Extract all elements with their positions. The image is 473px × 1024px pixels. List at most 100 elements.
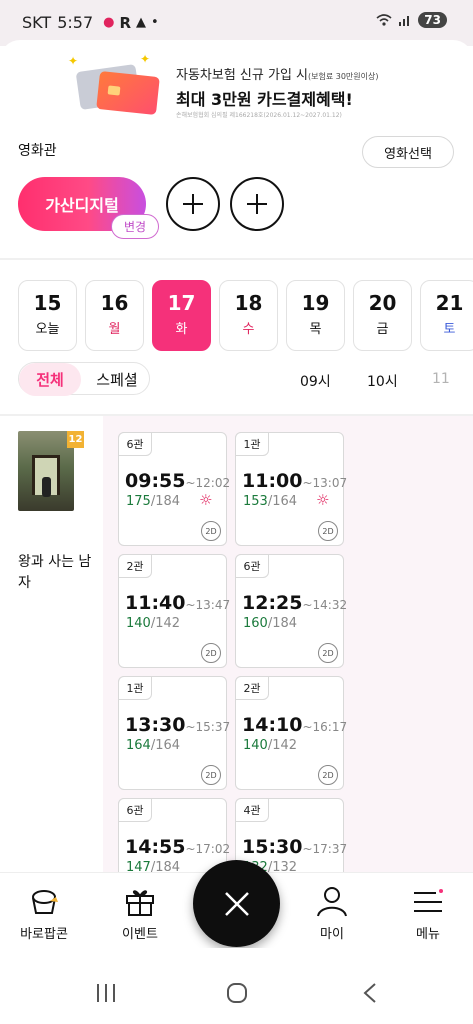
format-badge: 2D [318,643,338,663]
gift-icon [126,890,154,916]
seat-count: 147/184 [126,860,181,872]
showtime-card[interactable]: 2관 14:10~16:17 140/142 2D [235,676,348,790]
plus-icon [247,194,267,214]
tab-label: 이벤트 [122,927,158,942]
carrier-text: SKT [22,13,52,32]
showtime-time: 11:00~13:07 [242,470,348,492]
add-theater-button[interactable] [166,177,220,231]
tab-popcorn[interactable]: 바로팝콘 [4,873,84,949]
dot-notification-icon: ● [103,15,115,30]
hour-jump-09[interactable]: 09시 [300,371,331,391]
showtime-card[interactable]: 6관 14:55~17:02 147/184 2D [118,798,230,872]
recent-apps-icon[interactable] [94,982,118,1004]
age-rating-badge: 12 [67,431,84,448]
shoe-icon: ▲ [136,15,147,30]
clock-text: 5:57 [57,13,94,32]
system-nav-bar [0,948,473,1024]
promo-banner[interactable]: ✦ ✦ 자동차보험 신규 가입 시(보험료 30만원이상) 최대 3만원 카드결… [68,52,410,124]
seat-count: 140/142 [243,738,298,753]
showtime-grid: 6관 09:55~12:02 175/184 ☼ 2D 1관 11:00~13:… [103,416,473,872]
movie-poster[interactable] [18,431,74,511]
seat-count: 140/142 [126,616,181,631]
banner-line-1: 자동차보험 신규 가입 시(보험료 30만원이상) [176,68,379,83]
popcorn-icon [32,890,58,914]
add-theater-button[interactable] [230,177,284,231]
showtime-card[interactable]: 1관 11:00~13:07 153/164 ☼ 2D [235,432,348,546]
close-icon [224,891,249,916]
date-item[interactable]: 19 목 [286,280,345,351]
showtime-card[interactable]: 6관 12:25~14:32 160/184 2D [235,554,348,668]
date-item-selected[interactable]: 17 화 [152,280,211,351]
hall-label: 6관 [235,554,269,578]
status-right: 73 [376,12,447,28]
hall-label: 1관 [235,432,269,456]
menu-icon [414,889,443,912]
format-badge: 2D [318,765,338,785]
close-fab-button[interactable] [193,860,280,947]
sparkle-icon: ✦ [140,52,151,66]
hall-label: 1관 [118,676,152,700]
section-divider [0,258,473,260]
tab-menu[interactable]: 메뉴 [388,873,468,949]
plus-icon [183,194,203,214]
seat-count: 175/184 [126,494,181,509]
filter-all-button[interactable]: 전체 [19,363,81,396]
showtime-card[interactable]: 2관 11:40~13:47 140/142 2D [118,554,230,668]
seat-count: 153/164 [243,494,298,509]
date-item[interactable]: 21 토 [420,280,473,351]
tab-label: 마이 [320,927,344,942]
movie-info: 12 왕과 사는 남자 [0,416,103,872]
credit-card-illustration: ✦ ✦ [68,52,166,116]
tab-label: 바로팝콘 [20,927,68,942]
home-icon[interactable] [226,982,248,1004]
date-item[interactable]: 20 금 [353,280,412,351]
format-badge: 2D [201,765,221,785]
showtime-card[interactable]: 1관 13:30~15:37 164/164 2D [118,676,231,790]
battery-indicator: 73 [418,12,447,28]
back-icon[interactable] [362,982,378,1004]
date-item[interactable]: 18 수 [219,280,278,351]
sun-icon: ☼ [316,491,330,509]
format-badge: 2D [201,643,221,663]
hall-label: 2관 [118,554,152,578]
person-icon [317,887,347,917]
showtime-time: 14:10~16:17 [242,714,348,736]
change-theater-button[interactable]: 변경 [111,214,159,239]
tab-label: 메뉴 [416,927,440,942]
hour-jump-10[interactable]: 10시 [367,371,398,391]
date-strip[interactable]: 15 오늘 16 월 17 화 18 수 19 목 20 금 21 토 [18,280,473,352]
showtime-time: 15:30~17:37 [242,836,348,858]
format-badge: 2D [318,521,338,541]
movie-title[interactable]: 왕과 사는 남자 [18,552,98,594]
format-badge: 2D [201,521,221,541]
hall-label: 2관 [235,676,269,700]
notification-icons: ● R ▲ • [103,14,159,32]
wifi-icon [376,14,392,26]
status-left: SKT 5:57 ● R ▲ • [22,13,159,32]
filter-special-button[interactable]: 스페셜 [85,363,149,396]
screen-type-filter: 전체 스페셜 [18,362,150,396]
signal-icon [399,16,410,26]
date-item[interactable]: 16 월 [85,280,144,351]
banner-headline: 최대 3만원 카드결제혜택! [176,90,353,109]
showtime-card[interactable]: 6관 09:55~12:02 175/184 ☼ 2D [118,432,231,546]
r-app-icon: R [119,13,132,32]
showtime-card[interactable]: 4관 15:30~17:37 132/132 2D [235,798,348,872]
banner-note: (보험료 30만원이상) [308,72,379,81]
hour-jump-11[interactable]: 11 [432,371,450,387]
hall-label: 6관 [118,432,152,456]
more-dot-icon: • [151,15,159,30]
date-item[interactable]: 15 오늘 [18,280,77,351]
sun-icon: ☼ [199,491,213,509]
showtime-time: 13:30~15:37 [125,714,231,736]
hall-label: 4관 [235,798,269,822]
tab-my[interactable]: 마이 [292,873,372,949]
theater-section-label: 영화관 [18,143,57,159]
booking-sheet: ✦ ✦ 자동차보험 신규 가입 시(보험료 30만원이상) 최대 3만원 카드결… [0,40,473,872]
sparkle-icon: ✦ [68,54,79,68]
tab-event[interactable]: 이벤트 [100,873,180,949]
showtime-time: 12:25~14:32 [242,592,348,614]
banner-disclaimer: 손해보험협회 심의필 제166218호(2026.01.12~2027.01.1… [176,112,342,119]
showtime-time: 09:55~12:02 [125,470,231,492]
movie-select-button[interactable]: 영화선택 [362,136,454,168]
